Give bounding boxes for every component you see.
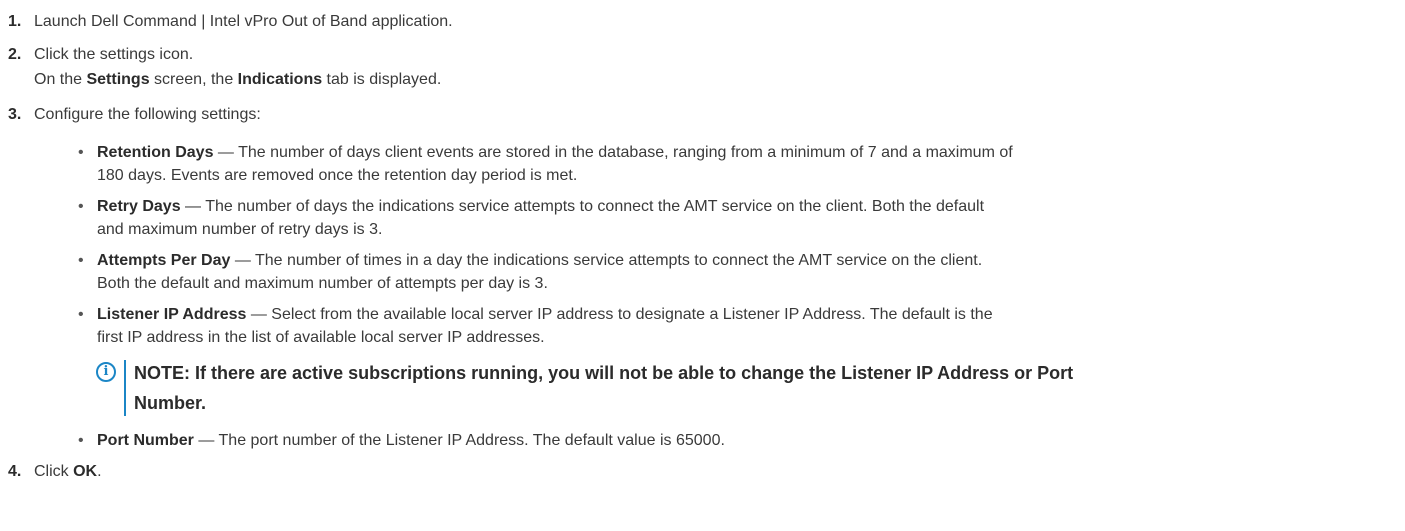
step-number: 1. [8,13,22,30]
note-text: NOTE: If there are active subscriptions … [134,363,1074,383]
info-icon: i [96,362,116,382]
indications-label: Indications [237,71,323,88]
result-text: tab is displayed. [322,71,442,88]
dash: — [180,198,206,215]
bullet-title: Port Number [97,432,194,449]
step-text: Click the settings icon. [34,46,194,63]
dash: — [213,144,239,161]
step-number: 4. [8,463,22,480]
result-text: On the [34,71,87,88]
step-text: Launch Dell Command | Intel vPro Out of … [34,13,453,30]
bullet-text: The port number of the Listener IP Addre… [218,432,725,449]
ok-label: OK [73,463,98,480]
dash: — [246,306,272,323]
step-text-pre: Click [34,463,74,480]
bullet-text-cont: first IP address in the list of availabl… [97,329,545,346]
note-text-cont: Number. [134,393,207,413]
bullet-title: Attempts Per Day [97,252,231,269]
bullet-text-cont: Both the default and maximum number of a… [97,275,548,292]
bullet-text: Select from the available local server I… [271,306,993,323]
bullet-marker: • [78,432,84,449]
bullet-text: The number of times in a day the indicat… [254,252,983,269]
bullet-text-cont: 180 days. Events are removed once the re… [97,167,578,184]
bullet-marker: • [78,198,84,215]
bullet-marker: • [78,306,84,323]
bullet-title: Listener IP Address [97,306,247,323]
step-text: Click OK. [34,462,102,482]
step-2-result: On the Settings screen, the Indications … [34,70,441,90]
bullet-title: Retry Days [97,198,181,215]
bullet-title: Retention Days [97,144,214,161]
dash: — [230,252,255,269]
step-text-post: . [97,463,102,480]
dash: — [193,432,219,449]
result-text: screen, the [149,71,238,88]
step-text: Configure the following settings: [34,106,261,123]
bullet-text: The number of days client events are sto… [238,144,1013,161]
bullet-text: The number of days the indications servi… [205,198,985,215]
bullet-marker: • [78,144,84,161]
document-page: 1. Launch Dell Command | Intel vPro Out … [0,0,1405,531]
settings-label: Settings [86,71,150,88]
bullet-marker: • [78,252,84,269]
bullet-text-cont: and maximum number of retry days is 3. [97,221,383,238]
step-number: 2. [8,46,22,63]
note-accent-bar [124,360,126,416]
step-number: 3. [8,106,22,123]
